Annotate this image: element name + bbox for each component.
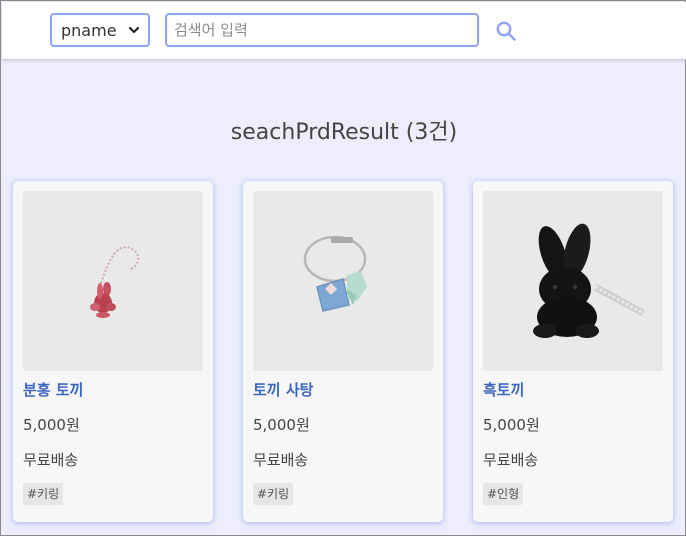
product-tag[interactable]: #키링: [253, 483, 294, 505]
product-card[interactable]: 토끼 사탕 5,000원 무료배송 #키링: [243, 181, 443, 522]
rabbit-candy-keyring-image: [303, 235, 367, 312]
search-bar: pname: [2, 2, 686, 60]
product-shipping: 무료배송: [483, 451, 539, 469]
search-input[interactable]: [165, 13, 479, 47]
search-icon[interactable]: [494, 19, 518, 43]
page-title: seachPrdResult (3건): [230, 120, 458, 145]
chevron-down-icon: [128, 26, 140, 34]
product-image[interactable]: [253, 191, 433, 371]
product-image[interactable]: [483, 191, 663, 371]
black-rabbit-doll-image: [533, 223, 645, 338]
product-price: 5,000원: [253, 416, 310, 434]
product-shipping: 무료배송: [253, 451, 309, 469]
product-image[interactable]: [23, 191, 203, 371]
search-field-select[interactable]: pname: [50, 13, 150, 47]
product-price: 5,000원: [23, 416, 80, 434]
product-name[interactable]: 토끼 사탕: [253, 379, 313, 400]
product-name[interactable]: 분홍 토끼: [23, 379, 83, 400]
product-name[interactable]: 흑토끼: [483, 379, 524, 400]
product-tag[interactable]: #키링: [23, 483, 64, 505]
product-card[interactable]: 흑토끼 5,000원 무료배송 #인형: [473, 181, 673, 522]
product-price: 5,000원: [483, 416, 540, 434]
select-value: pname: [61, 20, 117, 40]
product-card[interactable]: 분홍 토끼 5,000원 무료배송 #키링: [13, 181, 213, 522]
page-frame: pname seachPrdResult (3건) 분홍 토끼 5,0: [0, 0, 686, 536]
product-shipping: 무료배송: [23, 451, 79, 469]
product-tag[interactable]: #인형: [483, 483, 524, 505]
pink-rabbit-keyring-image: [90, 246, 140, 318]
